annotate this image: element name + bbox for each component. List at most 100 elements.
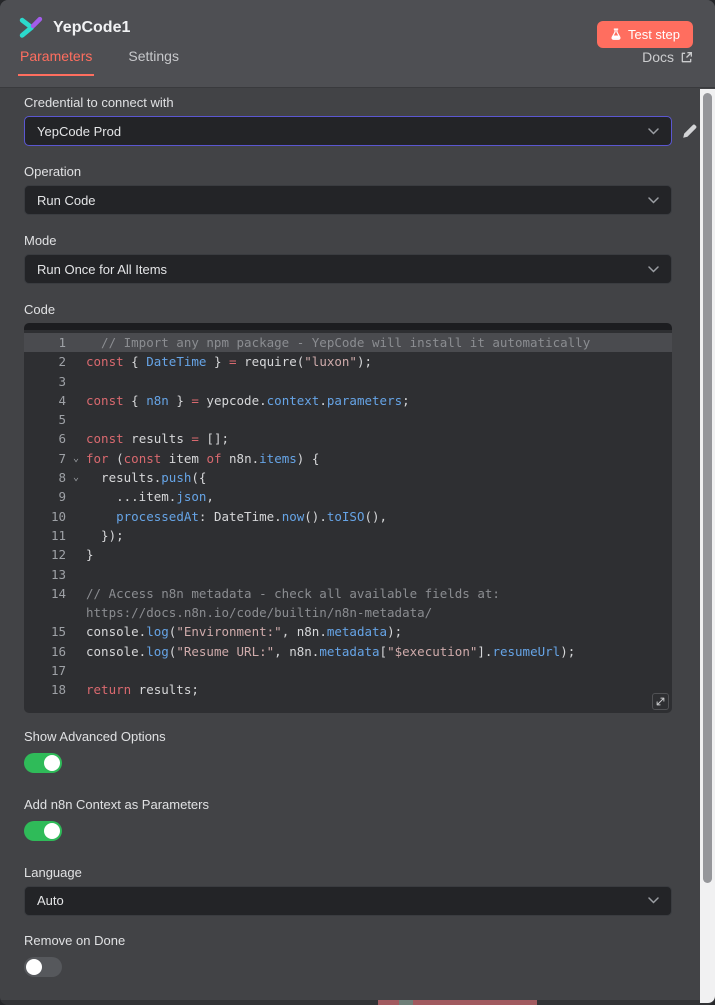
resize-icon [656,697,665,706]
yepcode-logo-icon [19,16,43,38]
fold-gutter [66,333,86,352]
line-number: 10 [50,508,66,524]
code-text: results.push({ [86,470,207,486]
code-text: console.log("Resume URL:", n8n.metadata[… [86,643,576,659]
code-line[interactable]: 17 [24,661,672,680]
external-link-icon [681,51,692,62]
docs-link[interactable]: Docs [642,49,693,76]
show-advanced-toggle[interactable] [24,752,62,773]
toggle-knob [44,822,60,839]
tab-settings[interactable]: Settings [126,48,181,76]
code-line[interactable]: 6 const results = []; [24,429,672,448]
line-number: 6 [58,431,66,447]
code-line[interactable]: 2 const { DateTime } = require("luxon"); [24,352,672,371]
add-context-label: Add n8n Context as Parameters [24,796,209,812]
fold-gutter [66,642,86,661]
code-text: processedAt: DateTime.now().toISO(), [116,508,388,524]
tab-parameters[interactable]: Parameters [18,48,95,76]
line-number: 1 [58,335,66,350]
code-line[interactable]: 14 // Access n8n metadata - check all ava… [24,584,672,603]
toggle-knob [26,958,42,975]
code-label: Code [24,302,56,317]
code-line[interactable]: 11 }); [24,526,672,545]
code-line[interactable]: 7 ⌄ for (const item of n8n.items) { [24,449,672,468]
code-line[interactable]: 1 // Import any npm package - YepCode wi… [24,333,672,353]
chevron-down-icon [648,127,659,135]
test-step-label: Test step [627,27,680,42]
mode-value: Run Once for All Items [37,261,168,277]
remove-on-done-toggle[interactable] [24,956,62,977]
line-number: 13 [50,566,66,582]
code-line[interactable]: 16 console.log("Resume URL:", n8n.metadat… [24,642,672,661]
code-line[interactable]: 12} [24,545,672,564]
code-text: return results; [86,682,199,698]
operation-select[interactable]: Run Code [24,185,672,215]
docs-label: Docs [642,49,674,65]
line-number: 14 [50,585,66,601]
fold-gutter [66,565,86,584]
fold-gutter [66,507,86,526]
code-line[interactable]: 10 processedAt: DateTime.now().toISO(), [24,507,672,526]
fold-gutter [66,429,86,448]
credential-select[interactable]: YepCode Prod [24,116,672,146]
code-line[interactable]: 8 ⌄ results.push({ [24,468,672,487]
test-step-button[interactable]: Test step [596,21,693,48]
language-label: Language [24,864,82,880]
code-line[interactable]: 3 [24,372,672,391]
code-line[interactable]: https://docs.n8n.io/code/builtin/n8n-met… [24,603,672,622]
language-select[interactable]: Auto [24,885,672,916]
line-number: 8 [58,470,66,486]
flask-icon [611,28,621,40]
edit-credential-button[interactable] [680,121,700,141]
code-text: ...item.json, [86,489,214,505]
credential-value: YepCode Prod [37,123,122,139]
scrollbar-thumb[interactable] [703,93,712,883]
code-line[interactable]: 18 return results; [24,680,672,699]
operation-label: Operation [24,164,82,179]
fold-gutter [66,661,86,680]
fold-gutter [66,352,86,371]
code-text: for (const item of n8n.items) { [86,450,320,466]
panel-header: YepCode1 Test step Parameters Settings D… [0,0,715,88]
line-number: 15 [50,624,66,640]
code-text: // Import any npm package - YepCode will… [86,335,591,350]
code-editor[interactable]: 1 // Import any npm package - YepCode wi… [24,323,672,713]
show-advanced-label: Show Advanced Options [24,728,166,744]
code-line[interactable]: 5 [24,410,672,429]
code-text: } [86,547,94,563]
canvas-node-fragment-accent [399,1000,413,1005]
mode-select[interactable]: Run Once for All Items [24,254,672,284]
code-line[interactable]: 13 [24,565,672,584]
code-text: const results = []; [86,431,230,447]
toggle-knob [44,754,60,771]
fold-chevron-icon[interactable]: ⌄ [66,468,86,487]
parameters-form: Credential to connect with YepCode Prod … [0,88,715,1005]
code-text: }); [86,527,124,543]
code-line[interactable]: 9 ...item.json, [24,487,672,506]
operation-value: Run Code [37,192,96,208]
add-context-toggle[interactable] [24,820,62,841]
code-line[interactable]: 15 console.log("Environment:", n8n.metada… [24,622,672,641]
chevron-down-icon [648,265,659,273]
line-number: 4 [58,392,66,408]
fold-chevron-icon[interactable]: ⌄ [66,449,86,468]
fold-gutter [66,410,86,429]
code-line[interactable]: 4 const { n8n } = yepcode.context.paramet… [24,391,672,410]
chevron-down-icon [648,897,659,904]
editor-resize-handle[interactable] [652,692,669,710]
fold-gutter [66,584,86,603]
line-number [24,603,66,622]
scrollbar-track[interactable] [700,89,715,1003]
credential-label: Credential to connect with [24,95,174,110]
code-text: const { n8n } = yepcode.context.paramete… [86,392,410,408]
fold-gutter [66,391,86,410]
node-settings-panel: YepCode1 Test step Parameters Settings D… [0,0,715,1005]
line-number: 17 [50,663,66,679]
remove-on-done-label: Remove on Done [24,932,126,948]
canvas-bottom-strip [0,1000,715,1005]
fold-gutter [66,622,86,641]
